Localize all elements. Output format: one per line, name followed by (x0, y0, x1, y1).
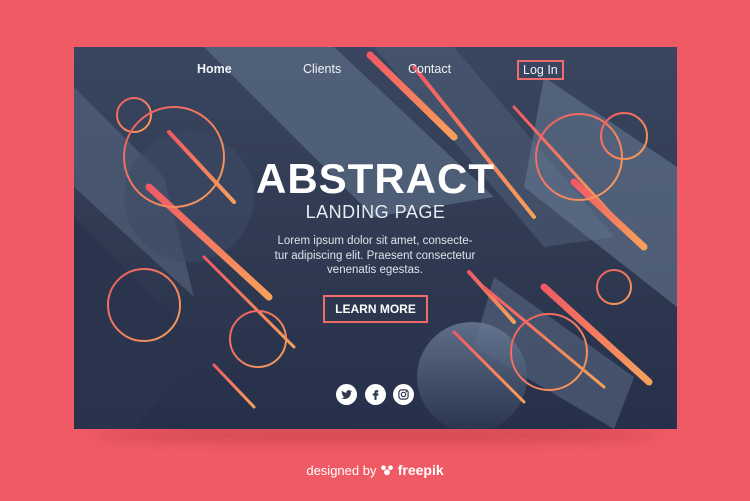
hero-title: ABSTRACT (256, 155, 495, 202)
instagram-icon[interactable] (393, 384, 414, 405)
hero-description-line: tur adipiscing elit. Praesent consectetu… (274, 249, 476, 262)
twitter-icon[interactable] (336, 384, 357, 405)
credit-prefix: designed by (306, 463, 377, 478)
facebook-icon[interactable] (365, 384, 386, 405)
hero-description-line: venenatis egestas. (327, 264, 423, 276)
nav-contact-link[interactable]: Contact (408, 62, 451, 76)
hero-description-line: Lorem ipsum dolor sit amet, consecte- (277, 235, 473, 247)
freepik-logo-icon (381, 465, 393, 476)
designer-credit: designed by freepik (0, 462, 750, 478)
top-navigation: Home Clients Contact Log In (74, 47, 677, 93)
learn-more-button[interactable]: LEARN MORE (323, 295, 428, 323)
nav-home-link[interactable]: Home (197, 62, 232, 76)
hero-description: Lorem ipsum dolor sit amet, consecte- tu… (245, 234, 505, 278)
nav-clients-link[interactable]: Clients (303, 62, 341, 76)
card-shadow (96, 428, 656, 442)
credit-brand: freepik (397, 462, 444, 478)
landing-card: Home Clients Contact Log In ABSTRACT LAN… (74, 47, 677, 429)
hero-subtitle: LANDING PAGE (305, 202, 446, 222)
login-button[interactable]: Log In (517, 60, 564, 80)
